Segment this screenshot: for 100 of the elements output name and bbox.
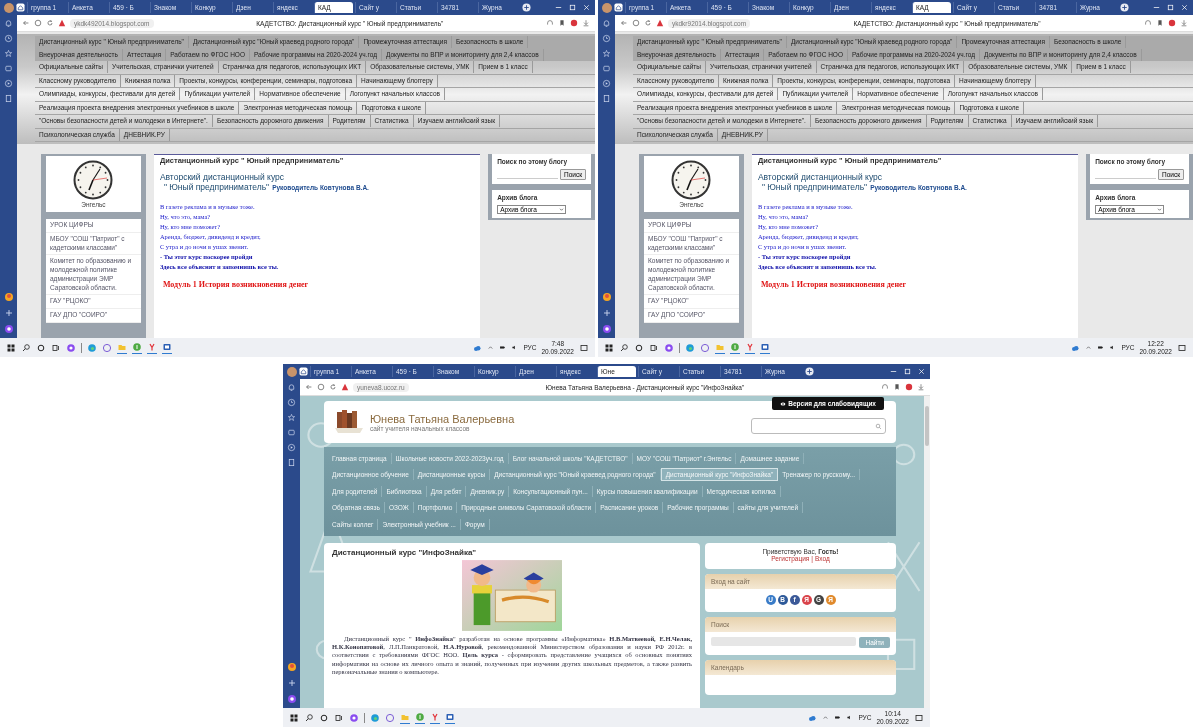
search-field[interactable] bbox=[711, 636, 857, 646]
notifications-icon[interactable] bbox=[914, 712, 924, 723]
new-tab-icon[interactable] bbox=[805, 367, 814, 376]
task-view-icon[interactable] bbox=[649, 342, 659, 353]
home-icon[interactable] bbox=[299, 367, 308, 376]
assistant-icon[interactable] bbox=[601, 324, 612, 334]
word-icon[interactable] bbox=[445, 711, 455, 724]
star-icon[interactable] bbox=[4, 49, 13, 58]
play-icon[interactable] bbox=[602, 79, 611, 88]
bell-icon[interactable] bbox=[4, 19, 13, 28]
home-icon[interactable] bbox=[614, 3, 623, 12]
windows-icon[interactable] bbox=[6, 342, 16, 353]
star-icon[interactable] bbox=[602, 49, 611, 58]
star-icon[interactable] bbox=[287, 413, 296, 422]
play-icon[interactable] bbox=[287, 443, 296, 452]
torrent-icon[interactable] bbox=[415, 711, 425, 724]
bookmark-icon[interactable] bbox=[893, 383, 901, 391]
reload-icon[interactable] bbox=[46, 19, 54, 27]
notifications-icon[interactable] bbox=[579, 342, 589, 353]
maximize-icon[interactable] bbox=[568, 3, 577, 12]
headphones-icon[interactable] bbox=[881, 383, 889, 391]
document-icon[interactable] bbox=[4, 94, 13, 103]
headphones-icon[interactable] bbox=[546, 19, 554, 27]
word-icon[interactable] bbox=[162, 341, 172, 354]
play-icon[interactable] bbox=[4, 79, 13, 88]
assistant-icon[interactable] bbox=[349, 712, 359, 723]
app-icon[interactable] bbox=[3, 292, 14, 302]
task-view-icon[interactable] bbox=[51, 342, 61, 353]
chevron-icon[interactable] bbox=[822, 714, 830, 721]
maximize-icon[interactable] bbox=[1166, 3, 1175, 12]
reload-icon[interactable] bbox=[329, 383, 337, 391]
clock-icon[interactable] bbox=[602, 34, 611, 43]
bell-icon[interactable] bbox=[287, 383, 296, 392]
document-icon[interactable] bbox=[602, 94, 611, 103]
new-tab-icon[interactable] bbox=[1120, 3, 1129, 12]
extension-icon[interactable] bbox=[1168, 19, 1176, 27]
browser-icon[interactable] bbox=[370, 712, 380, 723]
plus-icon[interactable] bbox=[286, 678, 297, 688]
task-view-icon[interactable] bbox=[334, 712, 344, 723]
extension-icon[interactable] bbox=[570, 19, 578, 27]
torrent-icon[interactable] bbox=[730, 341, 740, 354]
collection-icon[interactable] bbox=[287, 428, 296, 437]
chevron-icon[interactable] bbox=[487, 344, 495, 351]
back-icon[interactable] bbox=[305, 383, 313, 391]
module-title[interactable]: Модуль 1 История возникновения денег bbox=[159, 280, 475, 290]
app-icon[interactable] bbox=[286, 662, 297, 672]
chat-icon[interactable] bbox=[385, 712, 395, 723]
circle-icon[interactable] bbox=[319, 712, 329, 723]
home-icon[interactable] bbox=[16, 3, 25, 12]
close-icon[interactable] bbox=[582, 3, 591, 12]
windows-icon[interactable] bbox=[604, 342, 614, 353]
plus-icon[interactable] bbox=[601, 308, 612, 318]
download-icon[interactable] bbox=[582, 19, 590, 27]
yandex-browser-icon[interactable] bbox=[147, 341, 157, 354]
app-icon[interactable] bbox=[601, 292, 612, 302]
close-icon[interactable] bbox=[917, 367, 926, 376]
plus-icon[interactable] bbox=[3, 308, 14, 318]
bookmark-icon[interactable] bbox=[1156, 19, 1164, 27]
scrollbar[interactable] bbox=[924, 396, 930, 708]
yandex-browser-icon[interactable] bbox=[430, 711, 440, 724]
chevron-icon[interactable] bbox=[1085, 344, 1093, 351]
assistant-icon[interactable] bbox=[3, 324, 14, 334]
search-icon[interactable] bbox=[304, 712, 314, 723]
back-icon[interactable] bbox=[22, 19, 30, 27]
module-title[interactable]: Модуль 1 История возникновения денег bbox=[757, 280, 1073, 290]
reload-icon[interactable] bbox=[644, 19, 652, 27]
bell-icon[interactable] bbox=[602, 19, 611, 28]
maximize-icon[interactable] bbox=[903, 367, 912, 376]
chat-icon[interactable] bbox=[102, 342, 112, 353]
collection-icon[interactable] bbox=[602, 64, 611, 73]
search-field[interactable] bbox=[751, 418, 886, 434]
new-tab-icon[interactable] bbox=[522, 3, 531, 12]
back-icon[interactable] bbox=[620, 19, 628, 27]
windows-icon[interactable] bbox=[289, 712, 299, 723]
search-icon[interactable] bbox=[619, 342, 629, 353]
document-icon[interactable] bbox=[287, 458, 296, 467]
download-icon[interactable] bbox=[1180, 19, 1188, 27]
notifications-icon[interactable] bbox=[1177, 342, 1187, 353]
chat-icon[interactable] bbox=[700, 342, 710, 353]
close-icon[interactable] bbox=[1180, 3, 1189, 12]
headphones-icon[interactable] bbox=[1144, 19, 1152, 27]
search-icon[interactable] bbox=[21, 342, 31, 353]
browser-icon[interactable] bbox=[87, 342, 97, 353]
yandex-browser-icon[interactable] bbox=[745, 341, 755, 354]
bookmark-icon[interactable] bbox=[558, 19, 566, 27]
circle-icon[interactable] bbox=[36, 342, 46, 353]
assistant-icon[interactable] bbox=[664, 342, 674, 353]
clock-icon[interactable] bbox=[287, 398, 296, 407]
torrent-icon[interactable] bbox=[132, 341, 142, 354]
browser-icon[interactable] bbox=[685, 342, 695, 353]
extension-icon[interactable] bbox=[905, 383, 913, 391]
download-icon[interactable] bbox=[917, 383, 925, 391]
assistant-icon[interactable] bbox=[66, 342, 76, 353]
word-icon[interactable] bbox=[760, 341, 770, 354]
collection-icon[interactable] bbox=[4, 64, 13, 73]
scroll-thumb[interactable] bbox=[925, 406, 929, 446]
site-name[interactable]: Юнева Татьяна Валерьевна bbox=[370, 412, 515, 425]
clock-icon[interactable] bbox=[4, 34, 13, 43]
circle-icon[interactable] bbox=[634, 342, 644, 353]
assistant-icon[interactable] bbox=[286, 694, 297, 704]
